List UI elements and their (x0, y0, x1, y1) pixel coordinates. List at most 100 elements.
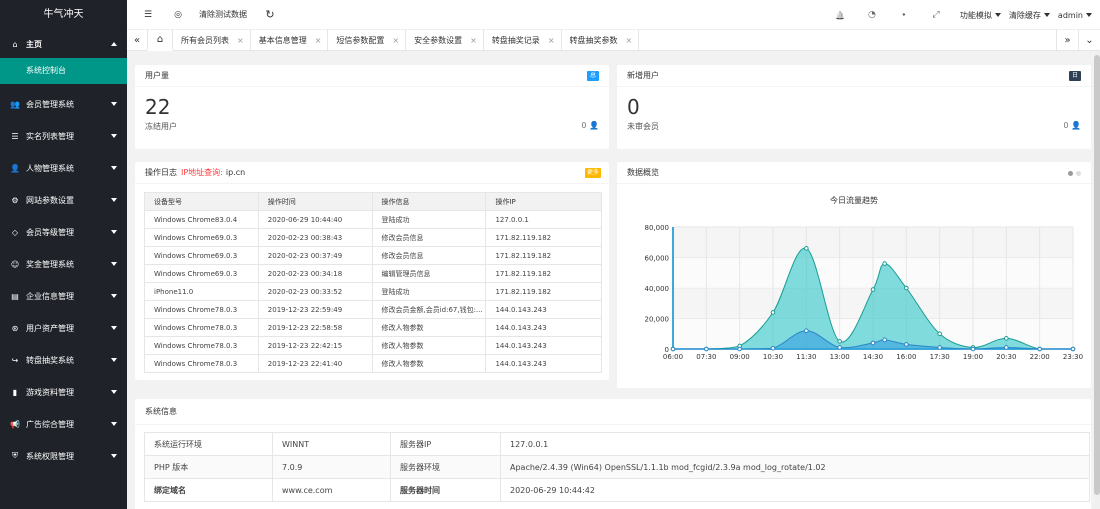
tab-3[interactable]: 安全参数设置 × (406, 29, 484, 51)
x-tick-label: 06:00 (663, 353, 683, 361)
tab-2[interactable]: 短信参数配置 × (328, 29, 407, 51)
close-icon[interactable]: × (237, 36, 244, 45)
sidebar-item-label: 网站参数设置 (26, 195, 74, 205)
close-icon[interactable]: × (548, 36, 555, 45)
sidebar-item-3[interactable]: ⚙ 网站参数设置 (0, 184, 127, 216)
x-tick-label: 11:30 (796, 353, 816, 361)
table-cell: 144.0.143.243 (485, 336, 602, 355)
sidebar-item-10[interactable]: 📢 广告综合管理 (0, 408, 127, 440)
table-cell: 7.0.9 (272, 455, 391, 479)
data-point (904, 342, 909, 347)
sidebar-item-0[interactable]: 👥 会员管理系统 (0, 88, 127, 120)
chevron-down-icon (111, 262, 117, 266)
operation-log-card: 操作日志 IP地址查询: ip.cn 更多 设备型号 操作时间 操作信息 操作IP W… (135, 162, 609, 380)
more-badge[interactable]: 更多 (584, 168, 601, 178)
chevron-down-icon (111, 102, 117, 106)
table-cell: 2020-02-23 00:38:43 (257, 228, 373, 247)
data-point (970, 346, 976, 352)
home-icon: ⌂ (12, 39, 18, 49)
sidebar-item-11[interactable]: ⛨ 系统权限管理 (0, 440, 127, 472)
chevron-down-icon (111, 358, 117, 362)
sidebar-item-9[interactable]: ▮ 游戏资料管理 (0, 376, 127, 408)
user-count-value: 22 (145, 95, 171, 119)
tab-0[interactable]: 所有会员列表 × (173, 29, 251, 51)
close-icon[interactable]: × (470, 36, 477, 45)
sidebar-item-label: 人物管理系统 (26, 163, 74, 173)
frozen-users-label: 冻结用户 (145, 122, 177, 131)
tab-home[interactable]: ⌂ (147, 29, 173, 51)
table-cell: 修改会员信息 (371, 246, 487, 265)
chevron-down-icon (111, 294, 117, 298)
data-point (837, 345, 842, 350)
table-cell: Windows Chrome69.0.3 (144, 228, 259, 247)
sidebar-item-label: 广告综合管理 (26, 419, 74, 429)
table-row: PHP 版本 7.0.9 服务器环境 Apache/2.4.39 (Win64) Op… (144, 455, 1090, 479)
site-icon[interactable]: ◎ (163, 10, 193, 20)
tab-5[interactable]: 转盘抽奖参数 × (562, 29, 640, 51)
sidebar-item-home[interactable]: ⌂ 主页 (0, 30, 127, 58)
theme-icon[interactable]: ◔ (856, 10, 888, 20)
table-cell: 修改会员信息 (371, 228, 487, 247)
tabs-right: » ⌄ (1056, 30, 1100, 51)
table-cell: 修改人物参数 (371, 318, 487, 337)
table-row: 绑定域名 www.ce.com 服务器时间 2020-06-29 10:44:42 (144, 478, 1090, 502)
shield-icon: ⛨ (12, 451, 18, 460)
card-title: 系统信息 (145, 407, 177, 416)
sidebar-item-label: 奖金管理系统 (26, 259, 74, 269)
tab-1[interactable]: 基本信息管理 × (251, 29, 329, 51)
user-dropdown[interactable]: admin (1058, 11, 1092, 20)
tabs-prev-icon[interactable]: « (127, 35, 147, 46)
bell-icon[interactable]: 🔔 (824, 11, 856, 20)
sidebar-nav-list: 👥 会员管理系统 ☰ 实名列表管理 👤 人物管理系统 ⚙ 网站参数设置 ◇ 会员等级管理 ☺ 奖金管理… (0, 88, 127, 472)
table-cell: 127.0.0.1 (500, 432, 1090, 456)
user-icon: 👤 (1071, 121, 1081, 130)
table-cell: 修改人物参数 (371, 354, 487, 373)
tabs-menu-icon[interactable]: ⌄ (1078, 30, 1100, 51)
ip-site-link[interactable]: ip.cn (226, 168, 245, 177)
table-cell: 2019-12-23 22:41:40 (257, 354, 373, 373)
table-row: 系统运行环境 WINNT 服务器IP 127.0.0.1 (144, 432, 1090, 456)
close-icon[interactable]: × (392, 36, 399, 45)
tab-4[interactable]: 转盘抽奖记录 × (484, 29, 562, 51)
sidebar-item-5[interactable]: ☺ 奖金管理系统 (0, 248, 127, 280)
sidebar-item-label: 实名列表管理 (26, 131, 74, 141)
chevron-up-icon (111, 42, 117, 46)
asset-icon: ⊛ (11, 323, 19, 333)
share-icon: ↪ (11, 355, 19, 365)
sidebar-item-2[interactable]: 👤 人物管理系统 (0, 152, 127, 184)
ip-query-link[interactable]: IP地址查询: (181, 167, 223, 178)
sidebar-item-4[interactable]: ◇ 会员等级管理 (0, 216, 127, 248)
clear-test-data-link[interactable]: 清除测试数据 (199, 9, 247, 20)
frozen-users-line: 冻结用户 0 👤 (135, 119, 609, 132)
sidebar-item-1[interactable]: ☰ 实名列表管理 (0, 120, 127, 152)
table-cell: 编辑管理员信息 (371, 264, 487, 283)
scrollbar-thumb[interactable] (1094, 55, 1100, 495)
function-simulate-dropdown[interactable]: 功能模拟 (960, 10, 1001, 21)
megaphone-icon: 📢 (10, 419, 20, 429)
clear-cache-dropdown[interactable]: 清除缓存 (1009, 10, 1050, 21)
refresh-icon[interactable]: ↻ (255, 8, 285, 21)
tabs-next-icon[interactable]: » (1056, 30, 1078, 51)
table-cell: 144.0.143.243 (485, 318, 602, 337)
close-icon[interactable]: × (626, 36, 633, 45)
data-point (882, 261, 887, 266)
system-info-card: 系统信息 系统运行环境 WINNT 服务器IP 127.0.0.1 PHP 版本 7.0.… (135, 399, 1091, 509)
menu-toggle-icon[interactable]: ☰ (133, 10, 163, 20)
game-icon: ▮ (12, 387, 18, 397)
sidebar-item-6[interactable]: ▤ 企业信息管理 (0, 280, 127, 312)
x-tick-label: 19:00 (963, 353, 983, 361)
data-point (1037, 346, 1042, 352)
table-cell: 2020-02-23 00:37:49 (257, 246, 373, 265)
table-row: Windows Chrome78.0.3 2019-12-23 22:58:58 修… (144, 318, 602, 337)
sidebar-item-7[interactable]: ⊛ 用户资产管理 (0, 312, 127, 344)
close-icon[interactable]: × (315, 36, 322, 45)
fullscreen-icon[interactable]: ⤢ (920, 10, 952, 20)
table-cell: Apache/2.4.39 (Win64) OpenSSL/1.1.1b mod… (500, 455, 1090, 479)
home-icon: ⌂ (156, 33, 164, 45)
data-point (882, 337, 887, 343)
tab-label: 所有会员列表 (181, 35, 229, 45)
tag-icon[interactable]: ⬩ (888, 10, 920, 20)
sidebar-item-8[interactable]: ↪ 转盘抽奖系统 (0, 344, 127, 376)
chevron-down-icon (111, 454, 117, 458)
sidebar-item-console[interactable]: 系统控制台 (0, 58, 127, 84)
